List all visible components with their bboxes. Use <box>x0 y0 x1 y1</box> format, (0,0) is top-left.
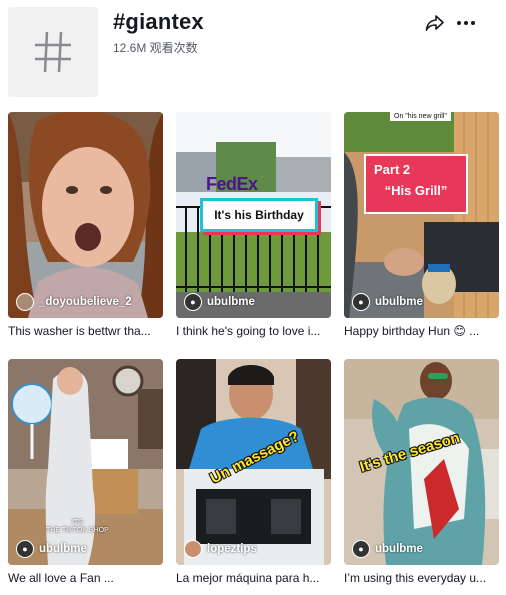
hashtag-header: #giantex 12.6M 观看次数 <box>0 0 506 100</box>
video-author[interactable]: lopeztips <box>184 540 257 558</box>
video-card[interactable]: ITS THE TIKTOK SHOP ● ubulbme We all lov… <box>8 359 163 585</box>
avatar <box>16 293 34 311</box>
video-caption[interactable]: I’m using this everyday u... <box>344 571 499 585</box>
video-thumbnail[interactable]: _doyoubelieve_2 <box>8 112 163 318</box>
video-author[interactable]: ● ubulbme <box>352 293 423 311</box>
video-caption[interactable]: La mejor máquina para h... <box>176 571 331 585</box>
avatar <box>184 540 202 558</box>
video-card[interactable]: Un massage? lopeztips La mejor máquina p… <box>176 359 331 585</box>
avatar-icon: ● <box>358 297 364 307</box>
video-overlay-text: ITS THE TIKTOK SHOP <box>46 519 109 535</box>
video-author[interactable]: ● ubulbme <box>16 540 87 558</box>
more-options-button[interactable] <box>455 12 477 34</box>
avatar: ● <box>352 540 370 558</box>
video-card[interactable]: On "his new grill" Part 2 “His Grill” ● … <box>344 112 499 338</box>
avatar-icon: ● <box>22 544 28 554</box>
fedex-logo: FedEx <box>206 174 258 195</box>
video-thumbnail[interactable]: On "his new grill" Part 2 “His Grill” ● … <box>344 112 499 318</box>
video-overlay-text: On "his new grill" <box>390 112 451 121</box>
video-cover-image <box>344 112 499 318</box>
more-icon <box>457 21 475 25</box>
video-overlay-line: THE TIKTOK SHOP <box>46 527 109 534</box>
video-author[interactable]: ● ubulbme <box>184 293 255 311</box>
video-overlay-line: ITS <box>71 519 83 526</box>
hashtag-title: #giantex <box>113 9 204 34</box>
video-cover-image <box>8 112 163 318</box>
author-name: ubulbme <box>375 543 423 555</box>
avatar-icon: ● <box>190 297 196 307</box>
author-name: ubulbme <box>39 543 87 555</box>
video-caption[interactable]: I think he's going to love i... <box>176 324 331 338</box>
hashtag-icon <box>35 31 71 73</box>
video-author[interactable]: ● ubulbme <box>352 540 423 558</box>
video-thumbnail[interactable]: It's the season ● ubulbme <box>344 359 499 565</box>
video-thumbnail[interactable]: FedEx It's his Birthday ● ubulbme <box>176 112 331 318</box>
video-thumbnail[interactable]: ITS THE TIKTOK SHOP ● ubulbme <box>8 359 163 565</box>
avatar: ● <box>184 293 202 311</box>
author-name: ubulbme <box>207 296 255 308</box>
video-overlay-text: It's his Birthday <box>200 198 318 232</box>
video-caption[interactable]: This washer is bettwr tha... <box>8 324 163 338</box>
hashtag-cover <box>8 7 98 97</box>
share-button[interactable] <box>424 12 446 34</box>
video-overlay-box: Part 2 “His Grill” <box>364 154 468 214</box>
video-card[interactable]: _doyoubelieve_2 This washer is bettwr th… <box>8 112 163 338</box>
video-overlay-text: “His Grill” <box>384 183 448 198</box>
avatar: ● <box>352 293 370 311</box>
share-icon <box>425 15 444 31</box>
video-overlay-text: Part 2 <box>374 162 411 177</box>
video-author[interactable]: _doyoubelieve_2 <box>16 293 132 311</box>
video-thumbnail[interactable]: Un massage? lopeztips <box>176 359 331 565</box>
hashtag-view-count: 12.6M 观看次数 <box>113 41 198 55</box>
author-name: lopeztips <box>207 543 257 555</box>
video-card[interactable]: It's the season ● ubulbme I’m using this… <box>344 359 499 585</box>
author-name: ubulbme <box>375 296 423 308</box>
avatar-icon: ● <box>358 544 364 554</box>
author-name: _doyoubelieve_2 <box>39 296 132 308</box>
avatar: ● <box>16 540 34 558</box>
fedex-text: FedEx <box>206 174 258 194</box>
video-caption[interactable]: Happy birthday Hun 😊 ... <box>344 324 499 338</box>
video-caption[interactable]: We all love a Fan ... <box>8 571 163 585</box>
video-card[interactable]: FedEx It's his Birthday ● ubulbme I thin… <box>176 112 331 338</box>
